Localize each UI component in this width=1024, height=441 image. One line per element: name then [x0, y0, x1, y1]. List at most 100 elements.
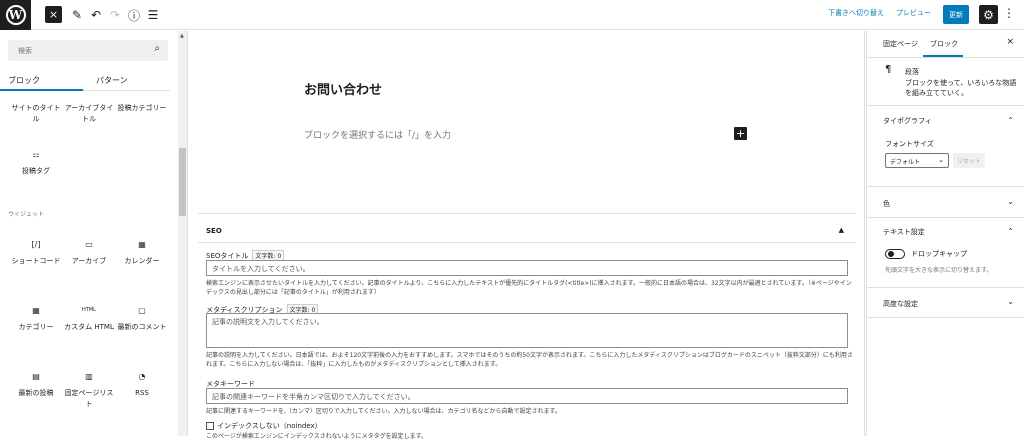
tab-page[interactable]: 固定ページ: [883, 39, 918, 49]
block-search-input[interactable]: 検索 ⌕: [8, 40, 168, 61]
meta-description-textarea[interactable]: 記事の説明文を入力してください。: [206, 313, 848, 348]
search-placeholder: 検索: [18, 47, 32, 55]
block-label: アーカイブ: [71, 257, 107, 265]
typography-heading[interactable]: タイポグラフィ: [883, 116, 932, 126]
categories-icon: ▦: [32, 306, 40, 315]
page-list-icon: ▥: [85, 372, 93, 381]
switch-to-draft-button[interactable]: 下書きへ切り替え: [828, 8, 884, 18]
block-label: サイトのタイトル: [11, 104, 61, 123]
tag-icon: ⚏: [32, 150, 40, 159]
divider: [867, 186, 1024, 187]
editor-toolbar: W × ✎ ↶ ↷ ⓘ ☰ 下書きへ切り替え プレビュー 更新 ⚙ ⋮: [0, 0, 1024, 30]
close-sidebar-icon[interactable]: ×: [1006, 37, 1014, 47]
noindex-row[interactable]: インデックスしない（noindex）: [206, 421, 322, 431]
pencil-icon[interactable]: ✎: [70, 5, 84, 25]
info-icon[interactable]: ⓘ: [127, 5, 141, 25]
chevron-up-icon[interactable]: ⌃: [1007, 116, 1014, 125]
chevron-down-icon: ⌄: [938, 156, 944, 164]
undo-icon[interactable]: ↶: [89, 5, 103, 25]
add-block-icon[interactable]: +: [734, 127, 747, 140]
block-description: ブロックを使って、いろいろな物語を組み立てていく。: [905, 79, 1017, 97]
block-item[interactable]: ◔ RSS: [117, 371, 167, 399]
noindex-checkbox[interactable]: [206, 422, 214, 430]
chevron-down-icon[interactable]: ⌄: [1007, 297, 1014, 306]
collapse-caret-icon[interactable]: ▲: [839, 226, 844, 234]
block-name: 段落: [905, 68, 919, 76]
block-label: 投稿タグ: [22, 167, 50, 175]
widgets-heading: ウィジェット: [8, 211, 45, 218]
tab-block[interactable]: ブロック: [930, 39, 958, 49]
block-inserter-panel: 検索 ⌕ ブロック パターン サイトのタイトル アーカイブタイトル 投稿カテゴリ…: [0, 31, 178, 436]
update-button[interactable]: 更新: [943, 5, 969, 24]
redo-icon[interactable]: ↷: [108, 5, 122, 25]
html-icon: HTML: [82, 307, 96, 313]
block-label: RSS: [135, 389, 149, 397]
meta-keywords-help: 記事に関連するキーワードを,（カンマ）区切りで入力してください。入力しない場合は…: [206, 408, 561, 415]
block-item[interactable]: HTML カスタム HTML: [64, 305, 114, 333]
block-item[interactable]: ▦ カテゴリー: [11, 305, 61, 333]
block-placeholder[interactable]: ブロックを選択するには「/」を入力: [304, 128, 451, 141]
noindex-label: インデックスしない（noindex）: [217, 422, 322, 430]
latest-posts-icon: ▤: [32, 372, 40, 381]
font-size-label: フォントサイズ: [885, 140, 934, 148]
block-item[interactable]: ▤ 最新の投稿: [11, 371, 61, 399]
close-inserter-button[interactable]: ×: [45, 6, 62, 23]
block-item[interactable]: ▥ 固定ページリスト: [64, 371, 114, 410]
block-item[interactable]: サイトのタイトル: [11, 103, 61, 125]
rss-icon: ◔: [138, 372, 146, 381]
editor-canvas: お問い合わせ ブロックを選択するには「/」を入力 + SEO ▲ SEOタイトル…: [187, 31, 865, 440]
block-label: ショートコード: [11, 257, 61, 265]
block-label: 投稿カテゴリー: [117, 104, 167, 112]
chevron-down-icon[interactable]: ⌄: [1007, 197, 1014, 206]
divider: [867, 105, 1024, 106]
text-settings-heading[interactable]: テキスト設定: [883, 227, 925, 237]
block-item[interactable]: ▦ カレンダー: [117, 239, 167, 267]
preview-button[interactable]: プレビュー: [896, 8, 931, 18]
drop-cap-help: 先頭文字を大きな表示に切り替えます。: [885, 267, 993, 274]
active-tab-indicator: [0, 89, 83, 91]
inserter-tabs: ブロック パターン: [0, 69, 170, 91]
seo-heading[interactable]: SEO: [206, 227, 222, 235]
wordpress-logo[interactable]: W: [0, 0, 31, 30]
block-item[interactable]: ▭ アーカイブ: [64, 239, 114, 267]
divider: [867, 287, 1024, 288]
block-item[interactable]: 投稿カテゴリー: [117, 103, 167, 114]
block-item[interactable]: アーカイブタイトル: [64, 103, 114, 125]
archive-icon: ▭: [85, 240, 93, 249]
block-item[interactable]: ⚏ 投稿タグ: [11, 149, 61, 177]
tab-blocks[interactable]: ブロック: [8, 75, 40, 86]
noindex-help: このページが検索エンジンにインデックスされないようにメタタグを設定します。: [206, 433, 427, 440]
advanced-heading[interactable]: 高度な設定: [883, 299, 918, 309]
drop-cap-toggle[interactable]: [885, 249, 905, 259]
tab-patterns[interactable]: パターン: [96, 75, 128, 86]
more-options-icon[interactable]: ⋮: [1003, 6, 1015, 20]
wordpress-icon: W: [5, 5, 26, 25]
block-item[interactable]: [/] ショートコード: [11, 239, 61, 267]
scrollbar-thumb[interactable]: [179, 148, 186, 216]
scroll-up-icon[interactable]: ▲: [180, 33, 184, 39]
divider: [867, 217, 1024, 218]
color-heading[interactable]: 色: [883, 199, 890, 209]
reset-button[interactable]: リセット: [953, 153, 985, 168]
block-label: 最新の投稿: [18, 389, 54, 397]
seo-title-help: 検索エンジンに表示させたいタイトルを入力してください。記事のタイトルより、こちら…: [206, 280, 852, 296]
page-title[interactable]: お問い合わせ: [304, 79, 382, 98]
block-label: 最新のコメント: [117, 323, 167, 331]
chevron-up-icon[interactable]: ⌃: [1007, 227, 1014, 236]
block-item[interactable]: ▢ 最新のコメント: [117, 305, 167, 333]
settings-icon[interactable]: ⚙: [979, 5, 998, 24]
block-label: カレンダー: [124, 257, 160, 265]
block-label: カテゴリー: [18, 323, 54, 331]
block-label: 固定ページリスト: [64, 389, 114, 408]
settings-sidebar: 固定ページ ブロック × ¶ 段落 ブロックを使って、いろいろな物語を組み立てて…: [866, 31, 1024, 436]
block-label: カスタム HTML: [64, 323, 114, 331]
seo-metabox: SEO ▲ SEOタイトル 文字数: 0 タイトルを入力してください。 検索エンジ…: [198, 213, 856, 440]
inserter-scrollbar[interactable]: ▲: [178, 31, 187, 436]
font-size-select[interactable]: デフォルト ⌄: [885, 153, 949, 168]
calendar-icon: ▦: [138, 240, 146, 249]
seo-title-input[interactable]: タイトルを入力してください。: [206, 260, 848, 276]
meta-keywords-input[interactable]: 記事の関連キーワードを半角カンマ区切りで入力してください。: [206, 388, 848, 404]
field-label: SEOタイトル: [206, 252, 249, 260]
list-view-icon[interactable]: ☰: [146, 5, 160, 25]
divider: [867, 317, 1024, 318]
